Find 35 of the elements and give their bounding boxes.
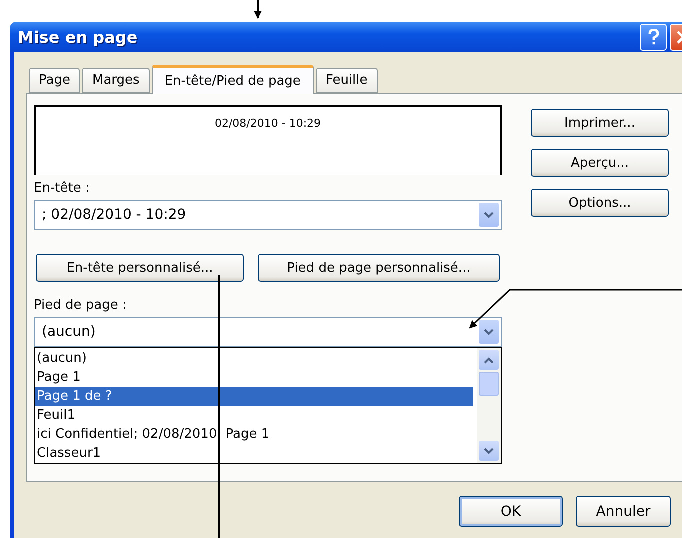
side-button[interactable]: Imprimer... — [531, 109, 669, 137]
scroll-thumb[interactable] — [479, 372, 499, 396]
tab[interactable]: Marges — [82, 68, 150, 93]
list-item[interactable]: Page 1 de ? — [35, 387, 473, 406]
scroll-up-button[interactable] — [479, 350, 499, 370]
side-button[interactable]: Aperçu... — [531, 149, 669, 177]
annotation-arrow — [254, 0, 262, 19]
chevron-up-icon — [484, 356, 494, 364]
footer-dropdown[interactable]: (aucun) — [34, 317, 502, 347]
window-title: Mise en page — [18, 28, 139, 46]
scrollbar[interactable] — [477, 348, 501, 463]
dropdown-button[interactable] — [479, 320, 499, 344]
cancel-button[interactable]: Annuler — [576, 496, 671, 527]
help-button[interactable] — [640, 24, 667, 50]
preview-text: 02/08/2010 - 10:29 — [214, 117, 322, 131]
tab[interactable]: En-tête/Pied de page — [152, 65, 314, 94]
tab[interactable]: Feuille — [316, 68, 378, 93]
tab[interactable]: Page — [29, 68, 80, 93]
header-label: En-tête : — [34, 181, 91, 196]
footer-label: Pied de page : — [34, 298, 128, 313]
custom-button[interactable]: Pied de page personnalisé... — [258, 254, 500, 282]
header-dropdown[interactable]: ; 02/08/2010 - 10:29 — [34, 200, 502, 230]
list-item[interactable]: Feuil1 — [35, 406, 473, 425]
custom-button[interactable]: En-tête personnalisé... — [36, 254, 244, 282]
help-icon — [648, 28, 660, 46]
side-button[interactable]: Options... — [531, 189, 669, 217]
chevron-down-icon — [484, 212, 494, 218]
list-item[interactable]: (aucun) — [35, 349, 473, 368]
list-item[interactable]: Classeur1 — [35, 444, 473, 463]
ok-button[interactable]: OK — [459, 496, 563, 527]
chevron-down-icon — [484, 328, 494, 336]
scroll-down-button[interactable] — [479, 441, 499, 461]
chevron-down-icon — [484, 448, 494, 454]
dropdown-button[interactable] — [479, 203, 499, 227]
list-item[interactable]: Page 1 — [35, 368, 473, 387]
